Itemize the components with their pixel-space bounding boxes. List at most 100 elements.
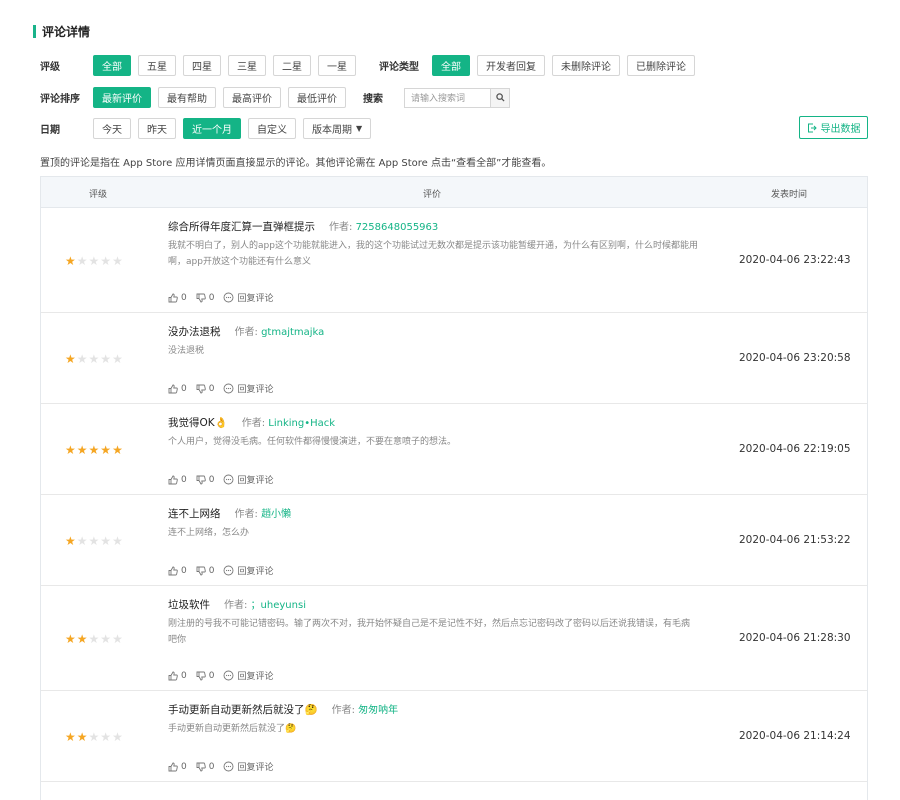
star-rating: ★ ★ ★ ★ ★: [65, 255, 124, 267]
review-body: 刚注册的号我不可能记错密码。输了两次不对，我开始怀疑自己是不是记性不好，然后点忘…: [168, 619, 691, 645]
star-empty-icon: ★: [76, 254, 88, 268]
type-option-not-deleted[interactable]: 未删除评论: [552, 55, 620, 76]
review-date: 2020-04-06 21:53:22: [739, 534, 851, 546]
type-option-dev-reply[interactable]: 开发者回复: [477, 55, 545, 76]
review-author-link[interactable]: 趙小懶: [261, 509, 291, 520]
date-option-custom[interactable]: 自定义: [248, 118, 296, 139]
review-author-link[interactable]: Linking•Hack: [268, 418, 335, 429]
date-option-yesterday[interactable]: 昨天: [138, 118, 176, 139]
like-button[interactable]: 0: [168, 384, 187, 394]
star-empty-icon: ★: [100, 534, 112, 548]
dislike-count: 0: [208, 670, 215, 681]
date-option-last-month[interactable]: 近一个月: [183, 118, 241, 139]
star-empty-icon: ★: [76, 352, 88, 366]
type-option-deleted[interactable]: 已删除评论: [627, 55, 695, 76]
reply-button[interactable]: 回复评论: [223, 669, 273, 682]
like-button[interactable]: 0: [168, 762, 187, 772]
sort-option-highest[interactable]: 最高评价: [223, 87, 281, 108]
star-filled-icon: ★: [65, 730, 76, 744]
thumbs-down-icon: [196, 671, 206, 680]
review-author-link[interactable]: ；uheyunsi: [251, 600, 306, 611]
date-option-today[interactable]: 今天: [93, 118, 131, 139]
review-body: 个人用户，觉得没毛病。任何软件都得慢慢演进，不要在意喷子的想法。: [168, 437, 457, 447]
dislike-button[interactable]: 0: [196, 566, 214, 576]
star-empty-icon: ★: [100, 730, 112, 744]
section-title: 评论详情: [33, 24, 90, 39]
thumbs-down-icon: [196, 566, 206, 575]
dislike-button[interactable]: 0: [196, 293, 214, 303]
star-empty-icon: ★: [112, 534, 123, 548]
review-title-line: 没办法退税 作者: gtmajtmajka: [168, 323, 324, 339]
reply-button[interactable]: 回复评论: [223, 760, 273, 773]
star-filled-icon: ★: [65, 352, 76, 366]
header-rating: 评级: [89, 190, 108, 200]
search-label: 搜索: [363, 94, 383, 105]
filter-row-rating: 评级 全部 五星 四星 三星 二星 一星 评论类型 全部 开发者回复 未删除评论…: [40, 55, 702, 76]
review-body: 手动更新自动更新然后就没了🤔: [168, 724, 297, 734]
export-data-button[interactable]: 导出数据: [799, 116, 868, 139]
like-button[interactable]: 0: [168, 671, 187, 681]
like-count: 0: [181, 565, 187, 576]
rating-option-1[interactable]: 一星: [318, 55, 356, 76]
rating-option-4[interactable]: 四星: [183, 55, 221, 76]
star-empty-icon: ★: [76, 534, 88, 548]
dislike-button[interactable]: 0: [196, 474, 215, 485]
thumbs-up-icon: [168, 762, 178, 771]
reviews-table: 评级 评价 发表时间 ★ ★ ★ ★ ★ 综合所得年度汇算一直弹框提示 作者: 725864…: [40, 176, 868, 800]
table-header: 评级 评价 发表时间: [41, 177, 867, 208]
star-empty-icon: ★: [112, 730, 123, 744]
rating-option-all[interactable]: 全部: [93, 55, 131, 76]
dislike-count: 0: [208, 474, 215, 485]
author-label: 作者:: [329, 222, 356, 233]
type-filter-label: 评论类型: [379, 62, 419, 73]
thumbs-up-icon: [168, 475, 178, 484]
star-filled-icon: ★: [88, 443, 100, 457]
like-button[interactable]: 0: [168, 475, 187, 485]
version-period-dropdown[interactable]: 版本周期 ▼: [303, 118, 372, 139]
review-row: ★ ★ ★ ★ ★ 我觉得OK👌 作者: Linking•Hack 个人用户，觉得没毛病。任何…: [41, 404, 867, 495]
dislike-count: 0: [208, 383, 215, 394]
review-author-link[interactable]: 7258648055963: [356, 222, 439, 233]
reply-button[interactable]: 回复评论: [223, 564, 273, 577]
reply-button[interactable]: 回复评论: [223, 473, 273, 486]
reply-label: 回复评论: [237, 385, 274, 395]
pinned-review-note: 置顶的评论是指在 App Store 应用详情页面直接显示的评论。其他评论需在 …: [40, 158, 552, 169]
review-date: 2020-04-06 21:28:30: [739, 632, 851, 644]
type-option-all[interactable]: 全部: [432, 55, 470, 76]
review-title-line: 我觉得OK👌 作者: Linking•Hack: [168, 414, 335, 430]
version-period-label: 版本周期: [312, 125, 352, 136]
rating-option-3[interactable]: 三星: [228, 55, 266, 76]
like-button[interactable]: 0: [168, 566, 187, 576]
review-date: 2020-04-06 23:22:43: [739, 254, 851, 266]
dislike-button[interactable]: 0: [196, 762, 214, 772]
rating-option-2[interactable]: 二星: [273, 55, 311, 76]
reply-button[interactable]: 回复评论: [223, 291, 273, 304]
author-label: 作者:: [234, 509, 262, 520]
like-count: 0: [181, 761, 187, 772]
dislike-button[interactable]: 0: [196, 383, 215, 394]
thumbs-up-icon: [168, 293, 178, 302]
star-empty-icon: ★: [112, 352, 123, 366]
author-label: 作者:: [331, 705, 359, 716]
like-button[interactable]: 0: [168, 293, 187, 303]
reply-label: 回复评论: [237, 567, 274, 577]
rating-filter-label: 评级: [40, 62, 60, 73]
dislike-button[interactable]: 0: [196, 670, 215, 681]
sort-option-lowest[interactable]: 最低评价: [288, 87, 346, 108]
thumbs-down-icon: [196, 293, 206, 302]
review-author-link[interactable]: gtmajtmajka: [261, 327, 324, 338]
sort-option-helpful[interactable]: 最有帮助: [158, 87, 216, 108]
filter-row-date: 日期 今天 昨天 近一个月 自定义 版本周期 ▼: [40, 118, 378, 139]
sort-filter-label: 评论排序: [40, 94, 80, 105]
search-input[interactable]: 请输入搜索词: [404, 87, 490, 108]
review-title-line: 手动更新自动更新然后就没了🤔 作者: 匆匆呐年: [168, 701, 398, 717]
thumbs-down-icon: [196, 384, 206, 393]
reply-button[interactable]: 回复评论: [223, 382, 273, 395]
star-filled-icon: ★: [100, 443, 112, 457]
rating-option-5[interactable]: 五星: [138, 55, 176, 76]
review-actions: 0 0 回复评论: [168, 291, 282, 304]
search-button[interactable]: [490, 87, 510, 108]
reply-label: 回复评论: [237, 294, 274, 304]
sort-option-newest[interactable]: 最新评价: [93, 87, 151, 108]
review-author-link[interactable]: 匆匆呐年: [358, 705, 398, 716]
